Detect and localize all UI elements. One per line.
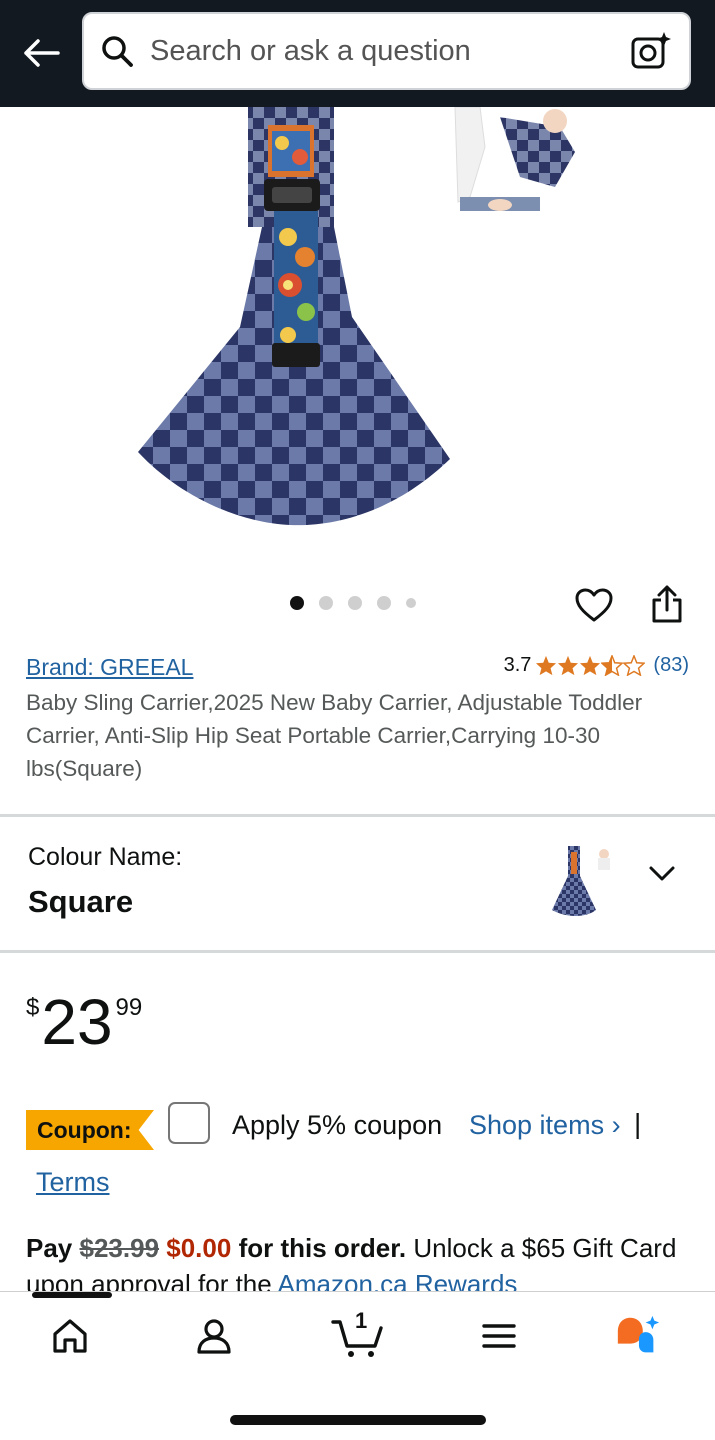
search-bar[interactable]: Search or ask a question — [82, 12, 691, 90]
wishlist-button[interactable] — [572, 583, 616, 627]
colour-thumbnail[interactable] — [546, 842, 618, 920]
rewards-link[interactable]: Amazon.ca Rewards — [278, 1269, 518, 1292]
home-icon — [53, 1319, 87, 1353]
price-fraction: 99 — [115, 994, 143, 1021]
heart-icon — [575, 588, 613, 622]
nav-rufus[interactable] — [614, 1312, 662, 1360]
rating-count[interactable]: (83) — [653, 654, 689, 677]
old-price: $23.99 — [79, 1233, 160, 1263]
price-symbol: $ — [26, 994, 40, 1021]
star-icon — [536, 655, 557, 676]
menu-icon — [482, 1324, 516, 1348]
price-whole: 23 — [41, 986, 113, 1058]
search-input[interactable]: Search or ask a question — [150, 35, 629, 68]
shop-items-link[interactable]: Shop items › — [469, 1110, 621, 1141]
arrow-left-icon — [24, 39, 60, 67]
divider — [0, 950, 715, 953]
active-tab-indicator — [32, 1292, 112, 1298]
nav-home[interactable] — [46, 1312, 94, 1360]
camera-sparkle-icon[interactable] — [629, 29, 673, 73]
brand-link[interactable]: Brand: GREEAL — [26, 654, 193, 681]
star-icon — [558, 655, 579, 676]
gallery-dot[interactable] — [319, 596, 333, 610]
rewards-offer: Pay $23.99 $0.00 for this order. Unlock … — [26, 1230, 706, 1292]
share-button[interactable] — [645, 580, 689, 628]
half-star-icon — [601, 655, 624, 676]
chevron-down-icon — [649, 866, 675, 881]
back-button[interactable] — [20, 32, 62, 74]
product-image-gallery[interactable] — [0, 107, 715, 577]
gallery-dot[interactable] — [290, 596, 304, 610]
coupon-badge: Coupon: — [26, 1110, 154, 1150]
gallery-pagination[interactable] — [290, 596, 416, 610]
nav-menu[interactable] — [475, 1312, 523, 1360]
coupon-checkbox[interactable] — [168, 1102, 210, 1144]
separator: | — [634, 1108, 642, 1139]
for-order-text: for this order. — [238, 1233, 407, 1263]
star-icon — [580, 655, 601, 676]
colour-dropdown-button[interactable] — [646, 860, 678, 888]
new-price: $0.00 — [166, 1233, 232, 1263]
rating-value: 3.7 — [503, 654, 532, 676]
terms-link[interactable]: Terms — [36, 1167, 110, 1198]
colour-label: Colour Name: — [28, 843, 183, 871]
cart-count: 1 — [355, 1308, 368, 1333]
empty-star-icon — [623, 655, 646, 676]
coupon-text[interactable]: Apply 5% coupon — [232, 1110, 442, 1141]
gallery-dot[interactable] — [377, 596, 391, 610]
account-icon — [197, 1319, 231, 1354]
star-rating — [535, 655, 646, 676]
product-title: Baby Sling Carrier,2025 New Baby Carrier… — [26, 690, 643, 781]
share-icon — [652, 585, 682, 623]
product-image — [138, 107, 580, 526]
top-bar: Search or ask a question — [0, 0, 715, 107]
rufus-icon — [617, 1315, 660, 1353]
divider — [0, 814, 715, 817]
nav-account[interactable] — [190, 1312, 238, 1360]
pay-label: Pay — [26, 1233, 73, 1263]
home-indicator — [230, 1415, 486, 1425]
gallery-dot[interactable] — [406, 598, 416, 608]
price: $ 23 99 — [26, 984, 142, 1060]
rating-summary[interactable]: 3.7 (83) — [504, 654, 689, 677]
colour-value: Square — [28, 884, 134, 919]
gallery-dot[interactable] — [348, 596, 362, 610]
search-icon — [98, 32, 136, 70]
